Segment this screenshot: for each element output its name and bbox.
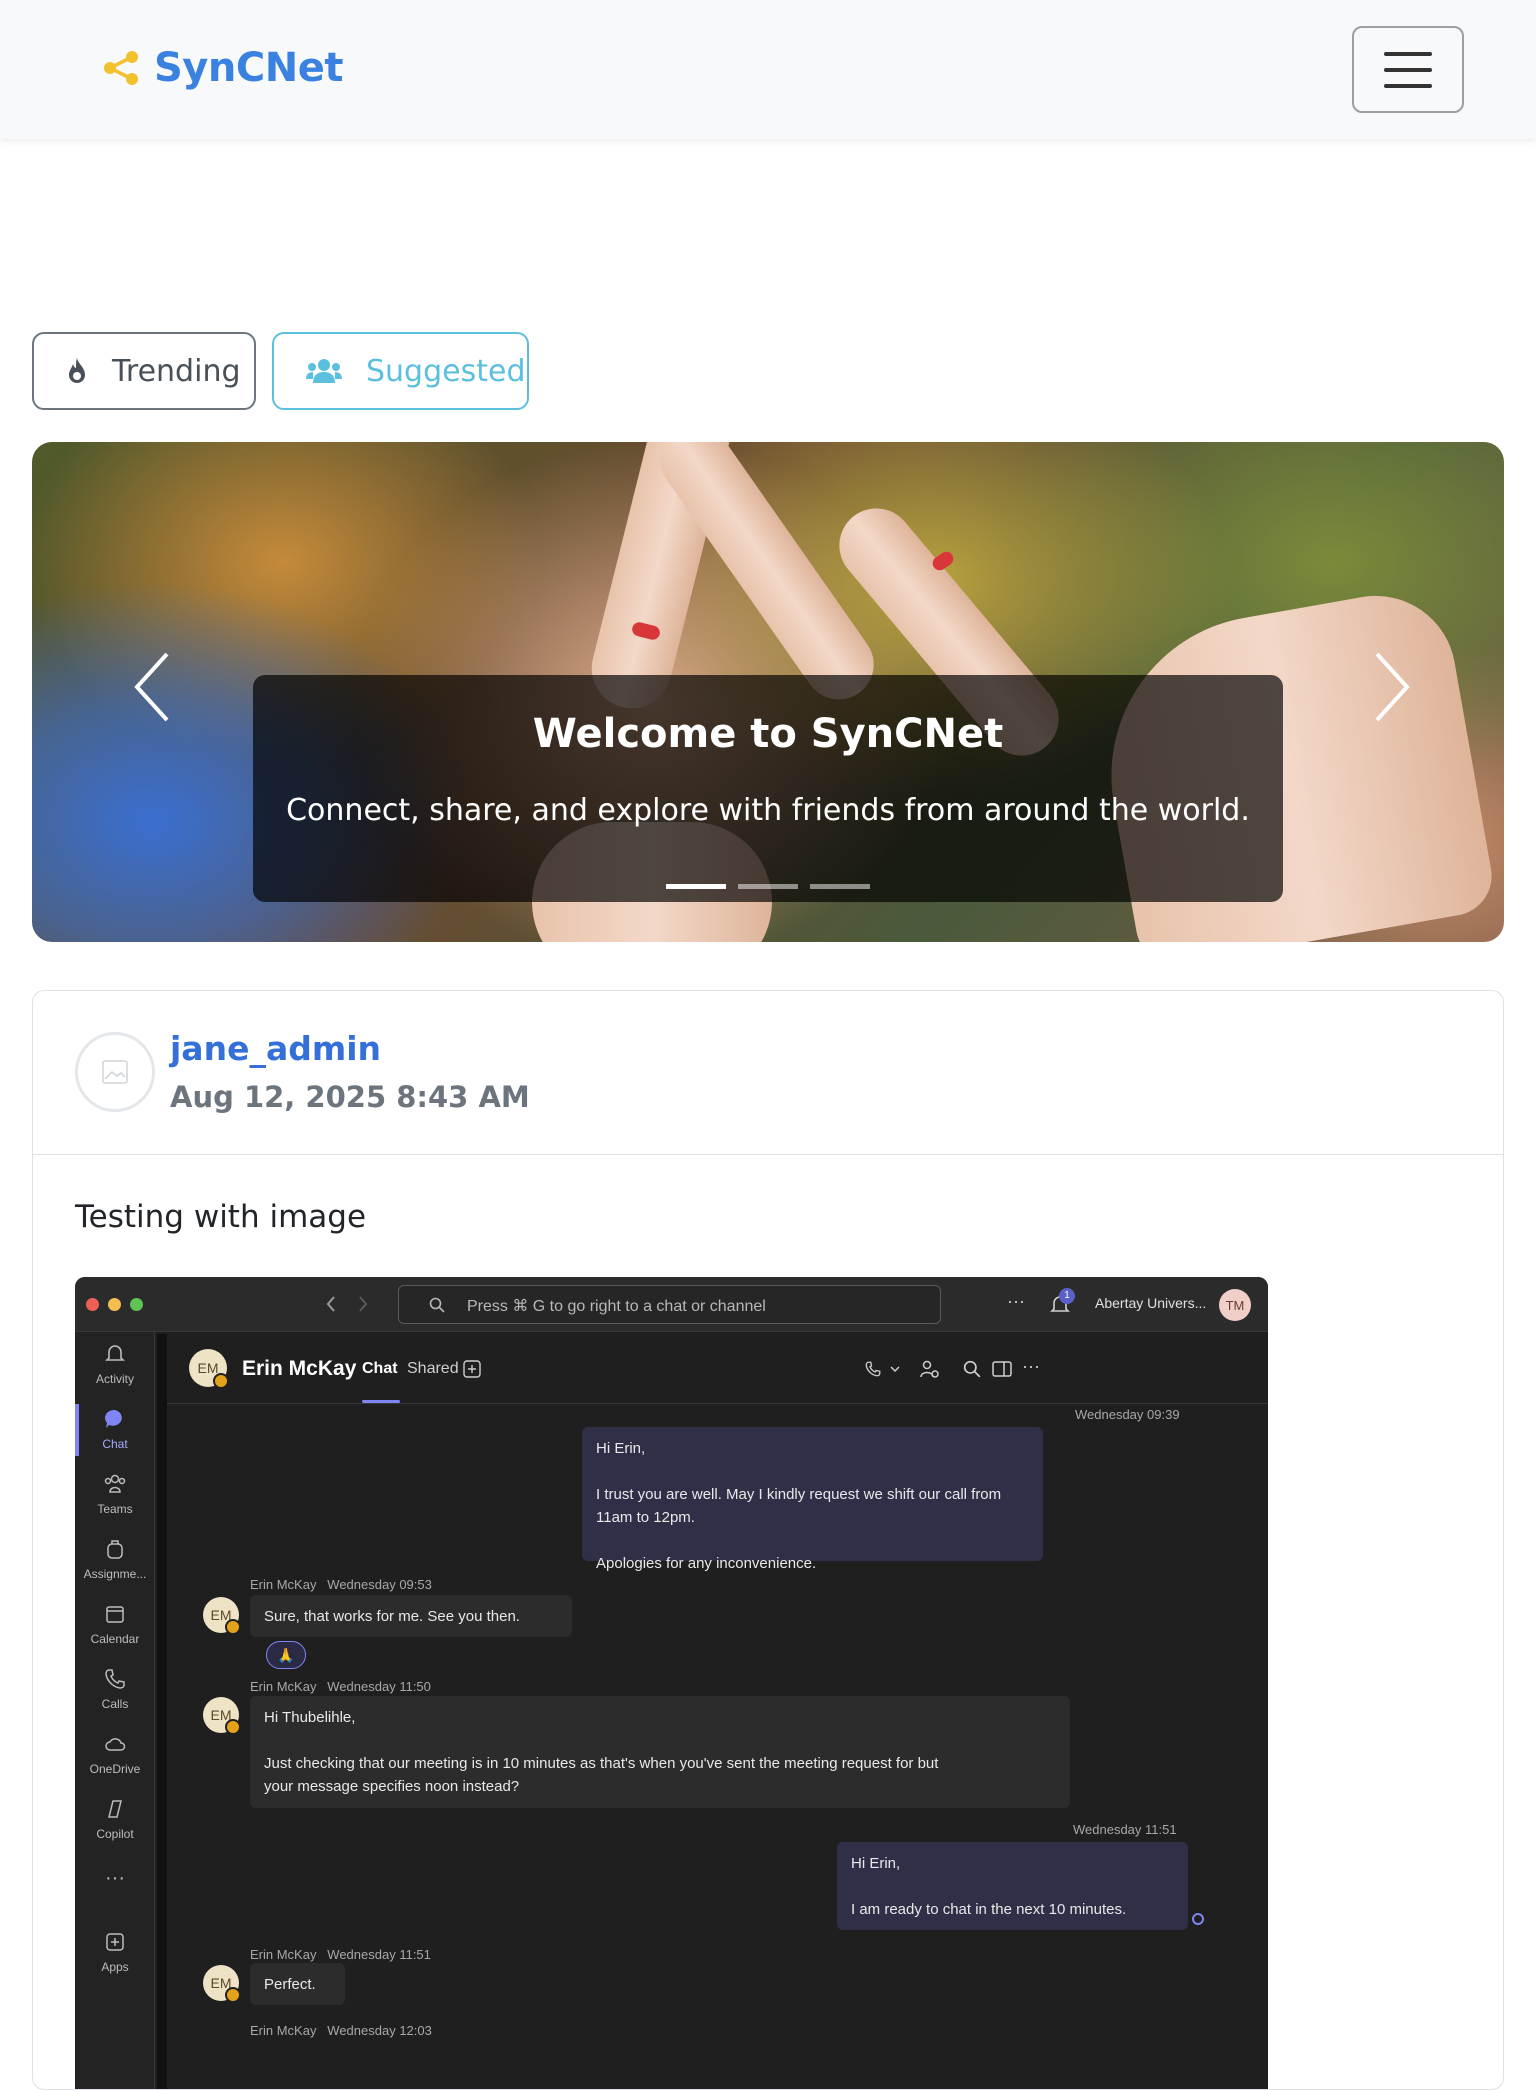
menu-toggle-button[interactable] <box>1352 26 1464 113</box>
message-meta: Wednesday 11:51 <box>1073 1822 1177 1837</box>
panel-icon <box>992 1361 1012 1377</box>
phone-icon <box>105 1669 125 1689</box>
teams-org-name: Abertay Univers... <box>1095 1295 1207 1311</box>
hero-carousel: Welcome to SynCNet Connect, share, and e… <box>32 442 1504 942</box>
chat-message: Hi Thubelihle, Just checking that our me… <box>250 1696 1070 1808</box>
contact-avatar: EM <box>203 1697 241 1735</box>
share-nodes-icon <box>104 51 138 85</box>
window-minimize-dot <box>108 1298 121 1311</box>
chat-message: Perfect. <box>250 1963 345 2005</box>
rail-onedrive: OneDrive <box>75 1732 155 1776</box>
reaction-badge: 🙏 <box>266 1641 306 1669</box>
carousel-indicator[interactable] <box>810 884 870 889</box>
image-placeholder-icon <box>102 1060 128 1084</box>
copilot-icon <box>108 1800 122 1818</box>
post-image[interactable]: Press ⌘ G to go right to a chat or chann… <box>75 1277 1268 2089</box>
teams-search: Press ⌘ G to go right to a chat or chann… <box>398 1285 941 1324</box>
read-receipt-icon <box>1192 1913 1204 1925</box>
contact-name: Erin McKay <box>242 1357 357 1380</box>
navbar: SynCNet <box>0 0 1536 139</box>
chat-message: Hi Erin, I am ready to chat in the next … <box>837 1842 1188 1930</box>
users-icon <box>306 359 342 383</box>
carousel-indicators <box>666 884 870 889</box>
chat-message: Sure, that works for me. See you then. <box>250 1595 572 1637</box>
rail-chat: Chat <box>75 1407 155 1451</box>
post-date: Aug 12, 2025 8:43 AM <box>170 1080 530 1114</box>
forward-arrow-icon <box>359 1296 368 1312</box>
message-meta: Erin McKay Wednesday 12:03 <box>250 2023 432 2038</box>
rail-calls: Calls <box>75 1667 155 1711</box>
trending-button[interactable]: Trending <box>32 332 256 410</box>
carousel-indicator[interactable] <box>738 884 798 889</box>
rail-assignments: Assignme... <box>75 1537 155 1581</box>
message-meta: Wednesday 09:39 <box>1075 1407 1180 1422</box>
rail-calendar: Calendar <box>75 1602 155 1646</box>
rail-teams: Teams <box>75 1472 155 1516</box>
teams-icon <box>104 1474 126 1493</box>
suggested-label: Suggested <box>366 353 526 389</box>
suggested-button[interactable]: Suggested <box>272 332 529 410</box>
rail-copilot: Copilot <box>75 1797 155 1841</box>
fire-icon <box>69 358 85 383</box>
tab-shared: Shared <box>407 1360 459 1377</box>
bell-icon <box>105 1345 125 1361</box>
search-icon <box>429 1297 445 1313</box>
contact-avatar: EM <box>203 1965 241 2003</box>
post-header: jane_admin Aug 12, 2025 8:43 AM <box>33 991 1503 1155</box>
hamburger-icon <box>1384 51 1432 56</box>
more-apps-icon: ··· <box>105 1867 125 1889</box>
message-meta: Erin McKay Wednesday 11:51 <box>250 1947 431 1962</box>
teams-app-rail: Activity Chat Teams Assignme... Calendar… <box>75 1332 155 2089</box>
add-tab-icon <box>463 1360 481 1378</box>
chat-header: EM Erin McKay Chat Shared ··· <box>167 1332 1268 1404</box>
call-icon <box>865 1361 881 1377</box>
calendar-icon <box>106 1606 124 1623</box>
carousel-indicator[interactable] <box>666 884 726 889</box>
search-icon <box>963 1360 981 1378</box>
more-icon: ··· <box>1007 1291 1025 1311</box>
notification-badge: 1 <box>1059 1288 1075 1304</box>
post-text: Testing with image <box>75 1199 367 1235</box>
carousel-caption: Welcome to SynCNet Connect, share, and e… <box>253 675 1283 902</box>
chat-message: Hi Erin, I trust you are well. May I kin… <box>582 1427 1043 1572</box>
contact-avatar: EM <box>189 1349 229 1389</box>
back-arrow-icon <box>326 1296 335 1312</box>
trending-label: Trending <box>112 353 241 389</box>
message-meta: Erin McKay Wednesday 11:50 <box>250 1679 431 1694</box>
tab-chat: Chat <box>362 1360 398 1377</box>
contact-avatar: EM <box>203 1597 241 1635</box>
carousel-prev-icon[interactable] <box>122 642 182 732</box>
brand-link[interactable]: SynCNet <box>102 45 343 91</box>
teams-user-avatar: TM <box>1219 1289 1251 1321</box>
rail-activity: Activity <box>75 1342 155 1386</box>
carousel-subtitle: Connect, share, and explore with friends… <box>286 793 1250 828</box>
window-maximize-dot <box>130 1298 143 1311</box>
brand-name: SynCNet <box>154 45 343 91</box>
post-card: jane_admin Aug 12, 2025 8:43 AM Testing … <box>32 990 1504 2090</box>
backpack-icon <box>107 1540 123 1559</box>
chat-icon <box>104 1409 122 1428</box>
people-settings-icon <box>920 1360 939 1378</box>
chevron-down-icon <box>890 1366 900 1373</box>
rail-apps: Apps <box>75 1930 155 1974</box>
cloud-icon <box>105 1738 126 1751</box>
carousel-next-icon[interactable] <box>1362 642 1422 732</box>
avatar[interactable] <box>75 1032 155 1112</box>
teams-search-placeholder: Press ⌘ G to go right to a chat or chann… <box>467 1298 766 1315</box>
post-username[interactable]: jane_admin <box>170 1029 381 1068</box>
carousel-title: Welcome to SynCNet <box>532 711 1004 757</box>
add-app-icon <box>106 1933 124 1951</box>
message-meta: Erin McKay Wednesday 09:53 <box>250 1577 432 1592</box>
window-close-dot <box>86 1298 99 1311</box>
more-options-icon: ··· <box>1022 1356 1040 1376</box>
